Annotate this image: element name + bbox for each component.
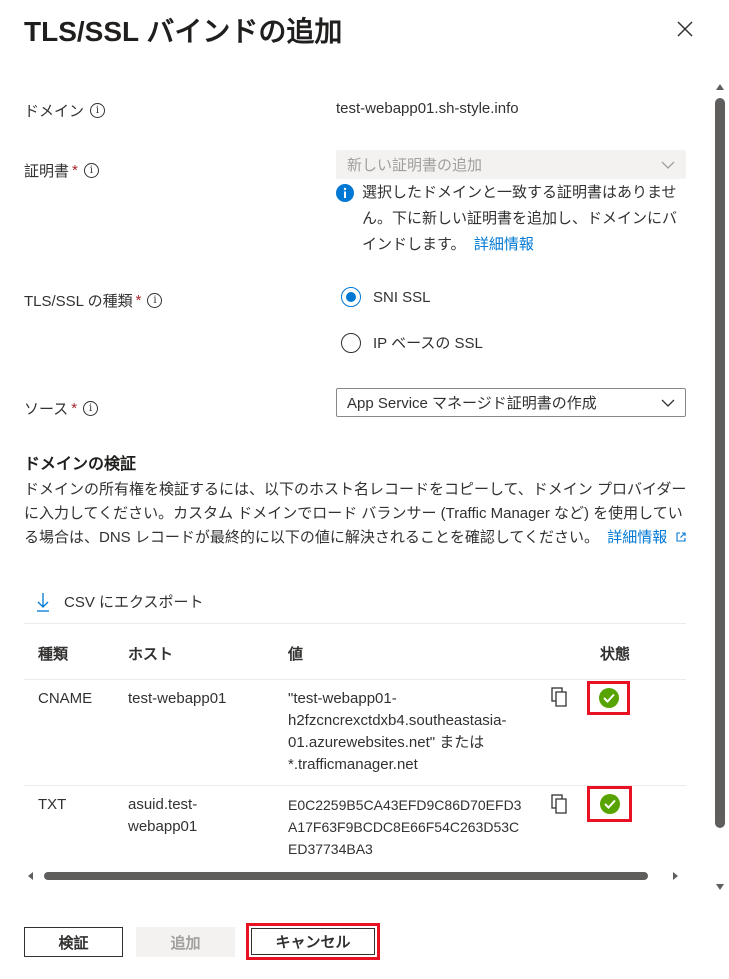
row1-type: CNAME bbox=[38, 690, 93, 707]
radio-sni-ssl-label: SNI SSL bbox=[373, 288, 431, 306]
tls-type-label-text: TLS/SSL の種類 bbox=[24, 293, 133, 310]
verification-description: ドメインの所有権を検証するには、以下のホスト名レコードをコピーして、ドメイン プ… bbox=[24, 478, 692, 550]
certificate-dropdown: 新しい証明書の追加 bbox=[336, 150, 686, 179]
certificate-info-message: 選択したドメインと一致する証明書はありません。下に新しい証明書を追加し、ドメイン… bbox=[362, 180, 682, 258]
status-highlight bbox=[587, 681, 630, 715]
chevron-down-icon bbox=[661, 161, 675, 169]
row2-host-line: asuid.test- bbox=[128, 796, 198, 813]
column-header-status: 状態 bbox=[600, 646, 631, 663]
row2-value-line: E0C2259B5CA43EFD9C86D70EFD3 bbox=[288, 797, 522, 813]
vertical-scrollbar[interactable] bbox=[713, 78, 727, 898]
row2-host: asuid.test- webapp01 bbox=[128, 794, 197, 838]
radio-sni-ssl[interactable]: SNI SSL bbox=[341, 287, 431, 307]
verification-learn-more-text: 詳細情報 bbox=[607, 529, 668, 546]
row2-type: TXT bbox=[38, 796, 67, 813]
row1-value-line: 01.azurewebsites.net" または bbox=[288, 734, 485, 751]
success-check-icon bbox=[598, 688, 619, 708]
export-csv-button[interactable]: CSV にエクスポート bbox=[36, 591, 204, 612]
tls-type-label: TLS/SSL の種類 * i bbox=[24, 290, 163, 311]
domain-value: test-webapp01.sh-style.info bbox=[336, 100, 519, 117]
info-circle-icon bbox=[336, 184, 354, 207]
radio-button-selected[interactable] bbox=[341, 287, 361, 307]
table-divider bbox=[24, 679, 686, 680]
copy-icon[interactable] bbox=[551, 687, 569, 707]
cancel-button[interactable]: キャンセル bbox=[251, 928, 375, 955]
copy-icon[interactable] bbox=[551, 794, 569, 814]
row1-host: test-webapp01 bbox=[128, 690, 227, 707]
close-icon[interactable] bbox=[674, 18, 696, 40]
radio-button[interactable] bbox=[341, 332, 361, 353]
info-icon[interactable]: i bbox=[83, 401, 99, 416]
certificate-learn-more-link[interactable]: 詳細情報 bbox=[474, 236, 534, 253]
export-csv-label: CSV にエクスポート bbox=[64, 594, 204, 611]
radio-ip-ssl[interactable]: IP ベースの SSL bbox=[341, 332, 483, 353]
cancel-highlight: キャンセル bbox=[246, 923, 380, 960]
status-highlight bbox=[587, 786, 632, 822]
verification-learn-more-link[interactable]: 詳細情報 bbox=[607, 529, 687, 546]
verification-heading: ドメインの検証 bbox=[24, 456, 137, 473]
column-header-host: ホスト bbox=[128, 646, 174, 663]
row2-host-line: webapp01 bbox=[128, 818, 198, 835]
source-dropdown-value: App Service マネージド証明書の作成 bbox=[347, 395, 597, 412]
domain-label-text: ドメイン bbox=[24, 103, 85, 120]
radio-ip-ssl-label: IP ベースの SSL bbox=[373, 335, 483, 352]
row1-value: "test-webapp01- h2fzcncrexctdxb4.southea… bbox=[288, 688, 533, 776]
row2-value: E0C2259B5CA43EFD9C86D70EFD3 A17F63F9BCDC… bbox=[288, 794, 538, 860]
panel-title: TLS/SSL バインドの追加 bbox=[24, 16, 343, 47]
add-button[interactable]: 追加 bbox=[136, 927, 235, 957]
required-mark: * bbox=[135, 292, 142, 309]
row2-value-line: ED37734BA3 bbox=[288, 841, 373, 857]
certificate-dropdown-value: 新しい証明書の追加 bbox=[347, 157, 483, 174]
certificate-label: 証明書 * i bbox=[24, 160, 99, 181]
horizontal-scrollbar[interactable] bbox=[24, 869, 686, 883]
chevron-down-icon bbox=[661, 399, 675, 407]
verify-button[interactable]: 検証 bbox=[24, 927, 123, 957]
info-icon[interactable]: i bbox=[147, 293, 163, 308]
info-icon[interactable]: i bbox=[83, 163, 99, 178]
source-label-text: ソース bbox=[24, 401, 69, 418]
verification-description-text: ドメインの所有権を検証するには、以下のホスト名レコードをコピーして、ドメイン プ… bbox=[24, 481, 687, 546]
source-label: ソース * i bbox=[24, 398, 99, 419]
required-mark: * bbox=[72, 162, 78, 179]
column-header-type: 種類 bbox=[38, 646, 69, 663]
info-icon[interactable]: i bbox=[90, 103, 106, 118]
row1-value-line: *.trafficmanager.net bbox=[288, 756, 418, 773]
required-mark: * bbox=[71, 400, 78, 417]
external-link-icon bbox=[676, 532, 687, 542]
row2-value-line: A17F63F9BCDC8E66F54C263D53C bbox=[288, 819, 520, 835]
domain-label: ドメイン i bbox=[24, 100, 106, 121]
source-dropdown[interactable]: App Service マネージド証明書の作成 bbox=[336, 388, 686, 417]
success-check-icon bbox=[599, 794, 620, 814]
column-header-value: 値 bbox=[288, 646, 304, 663]
row1-value-line: "test-webapp01- bbox=[288, 690, 397, 707]
certificate-label-text: 証明書 bbox=[24, 163, 70, 180]
download-icon bbox=[37, 592, 49, 612]
table-divider bbox=[24, 623, 686, 624]
row1-value-line: h2fzcncrexctdxb4.southeastasia- bbox=[288, 712, 507, 729]
